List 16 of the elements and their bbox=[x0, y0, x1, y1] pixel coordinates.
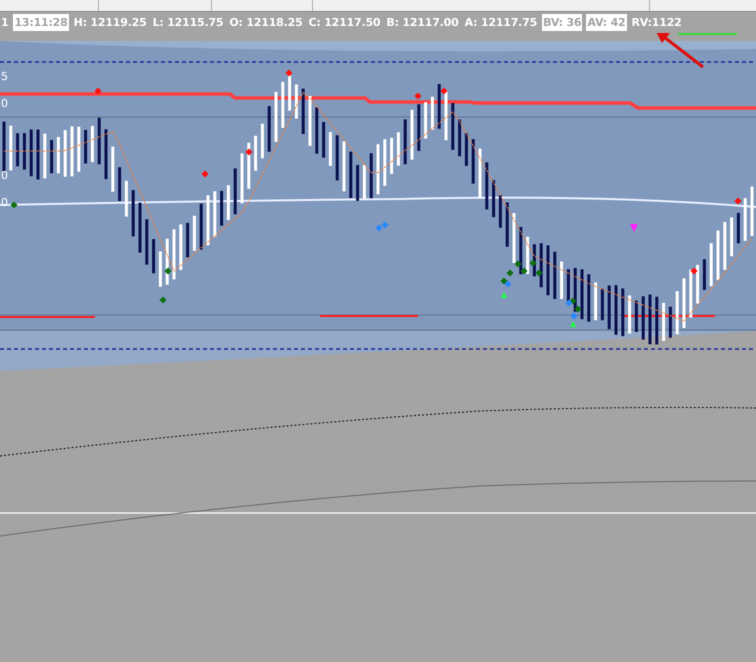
quote-field: H: 12119.25 bbox=[72, 14, 148, 31]
quote-field: RV:1122 bbox=[630, 14, 683, 31]
quote-field: B: 12117.00 bbox=[385, 14, 460, 31]
quote-field: BV: 36 bbox=[542, 14, 582, 31]
up-triangle-icon bbox=[501, 292, 576, 327]
quote-field: AV: 42 bbox=[586, 14, 626, 31]
quote-field: O: 12118.25 bbox=[228, 14, 304, 31]
down-triangle-icon bbox=[630, 224, 638, 232]
quote-field: A: 12117.75 bbox=[464, 14, 538, 31]
quote-field: L: 12115.75 bbox=[152, 14, 224, 31]
price-axis-label: 0 bbox=[1, 169, 8, 182]
price-axis-label: 0 bbox=[1, 97, 8, 110]
quote-field: C: 12117.50 bbox=[308, 14, 382, 31]
price-axis-label: 5 bbox=[1, 70, 8, 83]
time-label: 13:11:28 bbox=[13, 14, 69, 31]
quote-field: 1 bbox=[0, 14, 10, 31]
